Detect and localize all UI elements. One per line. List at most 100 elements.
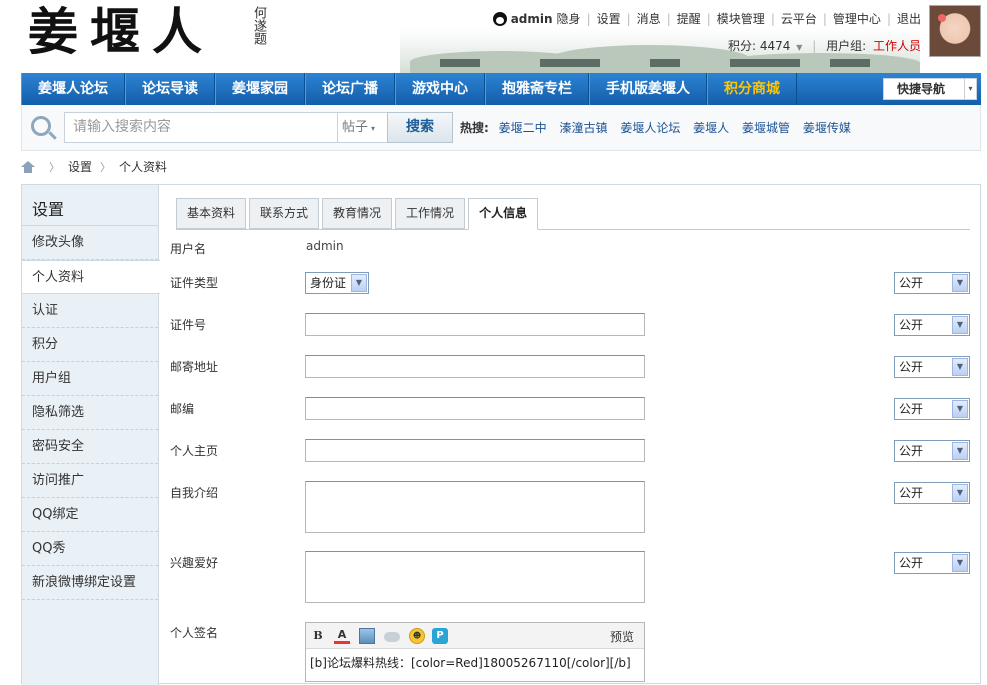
group-value-link[interactable]: 工作人员 bbox=[873, 39, 921, 53]
home-icon[interactable] bbox=[21, 160, 35, 173]
interest-textarea[interactable] bbox=[305, 551, 645, 603]
nav-column[interactable]: 抱雅斋专栏 bbox=[485, 73, 589, 105]
hot-link[interactable]: 姜堰传媒 bbox=[803, 121, 851, 135]
toplink-messages[interactable]: 消息 bbox=[637, 10, 661, 27]
user-info-line: 积分: 4474 ▼ | 用户组: 工作人员 bbox=[728, 39, 921, 53]
nav-mobile[interactable]: 手机版姜堰人 bbox=[589, 73, 707, 105]
search-type-value: 帖子 bbox=[342, 120, 369, 135]
settings-panel: 设置 修改头像 个人资料 认证 积分 用户组 隐私筛选 密码安全 访问推广 QQ… bbox=[21, 184, 981, 685]
sidebar-item-password[interactable]: 密码安全 bbox=[22, 430, 158, 464]
signature-textarea[interactable]: [b]论坛爆料热线：[color=Red]18005267110[/color]… bbox=[306, 649, 644, 676]
signature-label: 个人签名 bbox=[170, 626, 219, 640]
toplink-logout[interactable]: 退出 bbox=[897, 10, 921, 27]
hot-searches: 热搜: 姜堰二中 溱潼古镇 姜堰人论坛 姜堰人 姜堰城管 姜堰传媒 bbox=[460, 119, 860, 136]
nav-games[interactable]: 游戏中心 bbox=[395, 73, 485, 105]
idtype-select[interactable]: 身份证 ▼ bbox=[305, 272, 369, 294]
logo-signature: 何遂题 bbox=[251, 6, 266, 45]
privacy-value: 公开 bbox=[899, 556, 924, 570]
privacy-select-address[interactable]: 公开 ▼ bbox=[894, 356, 970, 378]
points-link[interactable]: 积分: 4474 bbox=[728, 39, 790, 53]
hot-link[interactable]: 姜堰人 bbox=[693, 121, 729, 135]
sidebar-title: 设置 bbox=[22, 185, 158, 226]
privacy-value: 公开 bbox=[899, 444, 924, 458]
hot-link[interactable]: 姜堰人论坛 bbox=[620, 121, 680, 135]
chevron-down-icon: ▼ bbox=[952, 274, 968, 292]
editor-toolbar: B A ☻ P 预览 bbox=[306, 623, 644, 649]
chevron-right-icon: 〉 bbox=[49, 160, 60, 174]
sidebar-item-promotion[interactable]: 访问推广 bbox=[22, 464, 158, 498]
breadcrumb-settings[interactable]: 设置 bbox=[68, 158, 92, 175]
username-link[interactable]: admin bbox=[511, 12, 553, 26]
sidebar-item-profile[interactable]: 个人资料 bbox=[22, 260, 160, 294]
interest-label: 兴趣爱好 bbox=[170, 556, 219, 570]
search-button[interactable]: 搜索 bbox=[387, 112, 453, 143]
sidebar-item-points[interactable]: 积分 bbox=[22, 328, 158, 362]
quick-nav-button[interactable]: 快捷导航 ▾ bbox=[883, 78, 977, 100]
pp-icon[interactable]: P bbox=[432, 628, 448, 644]
site-logo[interactable]: 姜堰人 bbox=[28, 2, 214, 62]
hot-link[interactable]: 姜堰二中 bbox=[499, 121, 547, 135]
toplink-settings[interactable]: 设置 bbox=[597, 10, 621, 27]
sidebar-item-avatar[interactable]: 修改头像 bbox=[22, 226, 158, 260]
privacy-select-idtype[interactable]: 公开 ▼ bbox=[894, 272, 970, 294]
points-dropdown-icon[interactable]: ▼ bbox=[796, 43, 802, 52]
sidebar-item-verify[interactable]: 认证 bbox=[22, 294, 158, 328]
signature-editor: B A ☻ P 预览 [b]论坛爆料热线：[color=Red]18005267… bbox=[305, 622, 645, 682]
search-type-select[interactable]: 帖子 ▾ bbox=[338, 112, 388, 143]
search-input[interactable]: 请输入搜索内容 bbox=[64, 112, 338, 143]
profile-tabs: 基本资料 联系方式 教育情况 工作情况 个人信息 bbox=[176, 198, 970, 230]
privacy-select-zipcode[interactable]: 公开 ▼ bbox=[894, 398, 970, 420]
sidebar-item-usergroup[interactable]: 用户组 bbox=[22, 362, 158, 396]
toplink-module-manage[interactable]: 模块管理 bbox=[717, 10, 765, 27]
nav-forum[interactable]: 姜堰人论坛 bbox=[21, 73, 125, 105]
search-bar: 请输入搜索内容 帖子 ▾ 搜索 热搜: 姜堰二中 溱潼古镇 姜堰人论坛 姜堰人 姜… bbox=[21, 105, 981, 151]
chevron-down-icon: ▾ bbox=[964, 79, 976, 99]
smiley-icon[interactable]: ☻ bbox=[409, 628, 425, 644]
sidebar-item-weibo-bind[interactable]: 新浪微博绑定设置 bbox=[22, 566, 158, 600]
toplink-notices[interactable]: 提醒 bbox=[677, 10, 701, 27]
hot-link[interactable]: 姜堰城管 bbox=[742, 121, 790, 135]
toplink-invisible[interactable]: 隐身 bbox=[557, 10, 581, 27]
sidebar-item-qq-show[interactable]: QQ秀 bbox=[22, 532, 158, 566]
tab-contact[interactable]: 联系方式 bbox=[249, 198, 320, 229]
idnum-input[interactable] bbox=[305, 313, 645, 336]
toplink-admin-center[interactable]: 管理中心 bbox=[833, 10, 881, 27]
toplink-cloud[interactable]: 云平台 bbox=[781, 10, 817, 27]
preview-link[interactable]: 预览 bbox=[610, 628, 634, 645]
sidebar-item-privacy[interactable]: 隐私筛选 bbox=[22, 396, 158, 430]
tab-basic[interactable]: 基本资料 bbox=[176, 198, 247, 229]
privacy-select-interest[interactable]: 公开 ▼ bbox=[894, 552, 970, 574]
chevron-down-icon: ▾ bbox=[371, 124, 376, 133]
image-icon[interactable] bbox=[359, 628, 375, 644]
user-avatar[interactable] bbox=[929, 5, 981, 57]
privacy-select-homepage[interactable]: 公开 ▼ bbox=[894, 440, 970, 462]
privacy-select-idnum[interactable]: 公开 ▼ bbox=[894, 314, 970, 336]
tab-education[interactable]: 教育情况 bbox=[322, 198, 393, 229]
nav-points-mall[interactable]: 积分商城 bbox=[707, 73, 797, 105]
privacy-value: 公开 bbox=[899, 486, 924, 500]
nav-guide[interactable]: 论坛导读 bbox=[125, 73, 215, 105]
zipcode-input[interactable] bbox=[305, 397, 645, 420]
sidebar-item-qq-bind[interactable]: QQ绑定 bbox=[22, 498, 158, 532]
bold-icon[interactable]: B bbox=[310, 628, 326, 644]
tab-personal-info[interactable]: 个人信息 bbox=[468, 198, 539, 230]
chevron-right-icon: 〉 bbox=[100, 160, 112, 174]
address-input[interactable] bbox=[305, 355, 645, 378]
homepage-input[interactable] bbox=[305, 439, 645, 462]
header: 姜堰人 何遂题 admin 隐身 | 设置 | 消息 | 提醒 | 模块管理 |… bbox=[0, 0, 987, 73]
link-icon[interactable] bbox=[384, 632, 400, 642]
tab-work[interactable]: 工作情况 bbox=[395, 198, 466, 229]
search-icon bbox=[31, 116, 51, 136]
nav-broadcast[interactable]: 论坛广播 bbox=[305, 73, 395, 105]
chevron-down-icon: ▼ bbox=[952, 554, 968, 572]
bio-label: 自我介绍 bbox=[170, 486, 219, 500]
font-color-icon[interactable]: A bbox=[334, 628, 350, 644]
nav-home[interactable]: 姜堰家园 bbox=[215, 73, 305, 105]
chevron-down-icon: ▼ bbox=[952, 316, 968, 334]
hot-link[interactable]: 溱潼古镇 bbox=[559, 121, 607, 135]
privacy-select-bio[interactable]: 公开 ▼ bbox=[894, 482, 970, 504]
group-label: 用户组: bbox=[826, 39, 867, 53]
username-value: admin bbox=[306, 239, 344, 253]
idtype-label: 证件类型 bbox=[170, 276, 219, 290]
bio-textarea[interactable] bbox=[305, 481, 645, 533]
